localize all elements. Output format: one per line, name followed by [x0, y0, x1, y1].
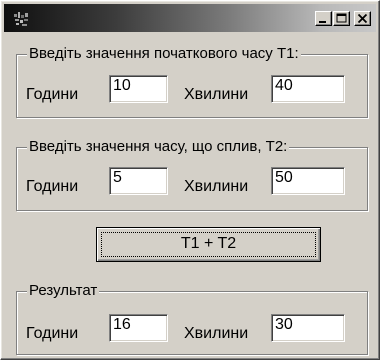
- elapsed-minutes-label: Хвилини: [184, 178, 249, 195]
- app-window: Введіть значення початкового часу Т1: Го…: [0, 0, 380, 360]
- start-time-group: Введіть значення початкового часу Т1: Го…: [16, 45, 368, 118]
- result-minutes-output[interactable]: 30: [271, 314, 345, 342]
- maximize-button[interactable]: [333, 11, 350, 26]
- minimize-icon: [319, 21, 326, 23]
- result-group: Результат Години 16 Хвилини 30: [16, 282, 368, 355]
- elapsed-hours-input[interactable]: 5: [109, 167, 168, 195]
- elapsed-time-group: Введіть значення часу, що сплив, Т2: Год…: [16, 138, 368, 211]
- app-icon[interactable]: [13, 11, 31, 27]
- close-button[interactable]: [354, 11, 371, 26]
- minimize-button[interactable]: [315, 11, 332, 26]
- result-minutes-label: Хвилини: [184, 325, 249, 342]
- maximize-icon: [336, 13, 347, 23]
- sum-button[interactable]: T1 + T2: [96, 227, 321, 262]
- start-hours-input[interactable]: 10: [109, 75, 168, 103]
- start-minutes-input[interactable]: 40: [271, 75, 345, 103]
- result-hours-output[interactable]: 16: [109, 314, 168, 342]
- close-icon: [357, 13, 368, 24]
- title-bar[interactable]: [4, 4, 376, 32]
- start-hours-label: Години: [26, 86, 79, 103]
- sum-button-label: T1 + T2: [180, 235, 237, 252]
- start-time-group-label: Введіть значення початкового часу Т1:: [27, 45, 301, 63]
- start-minutes-label: Хвилини: [184, 86, 249, 103]
- elapsed-time-group-label: Введіть значення часу, що сплив, Т2:: [27, 138, 290, 156]
- result-hours-label: Години: [26, 325, 79, 342]
- elapsed-hours-label: Години: [26, 178, 79, 195]
- result-group-label: Результат: [27, 282, 100, 300]
- elapsed-minutes-input[interactable]: 50: [271, 167, 345, 195]
